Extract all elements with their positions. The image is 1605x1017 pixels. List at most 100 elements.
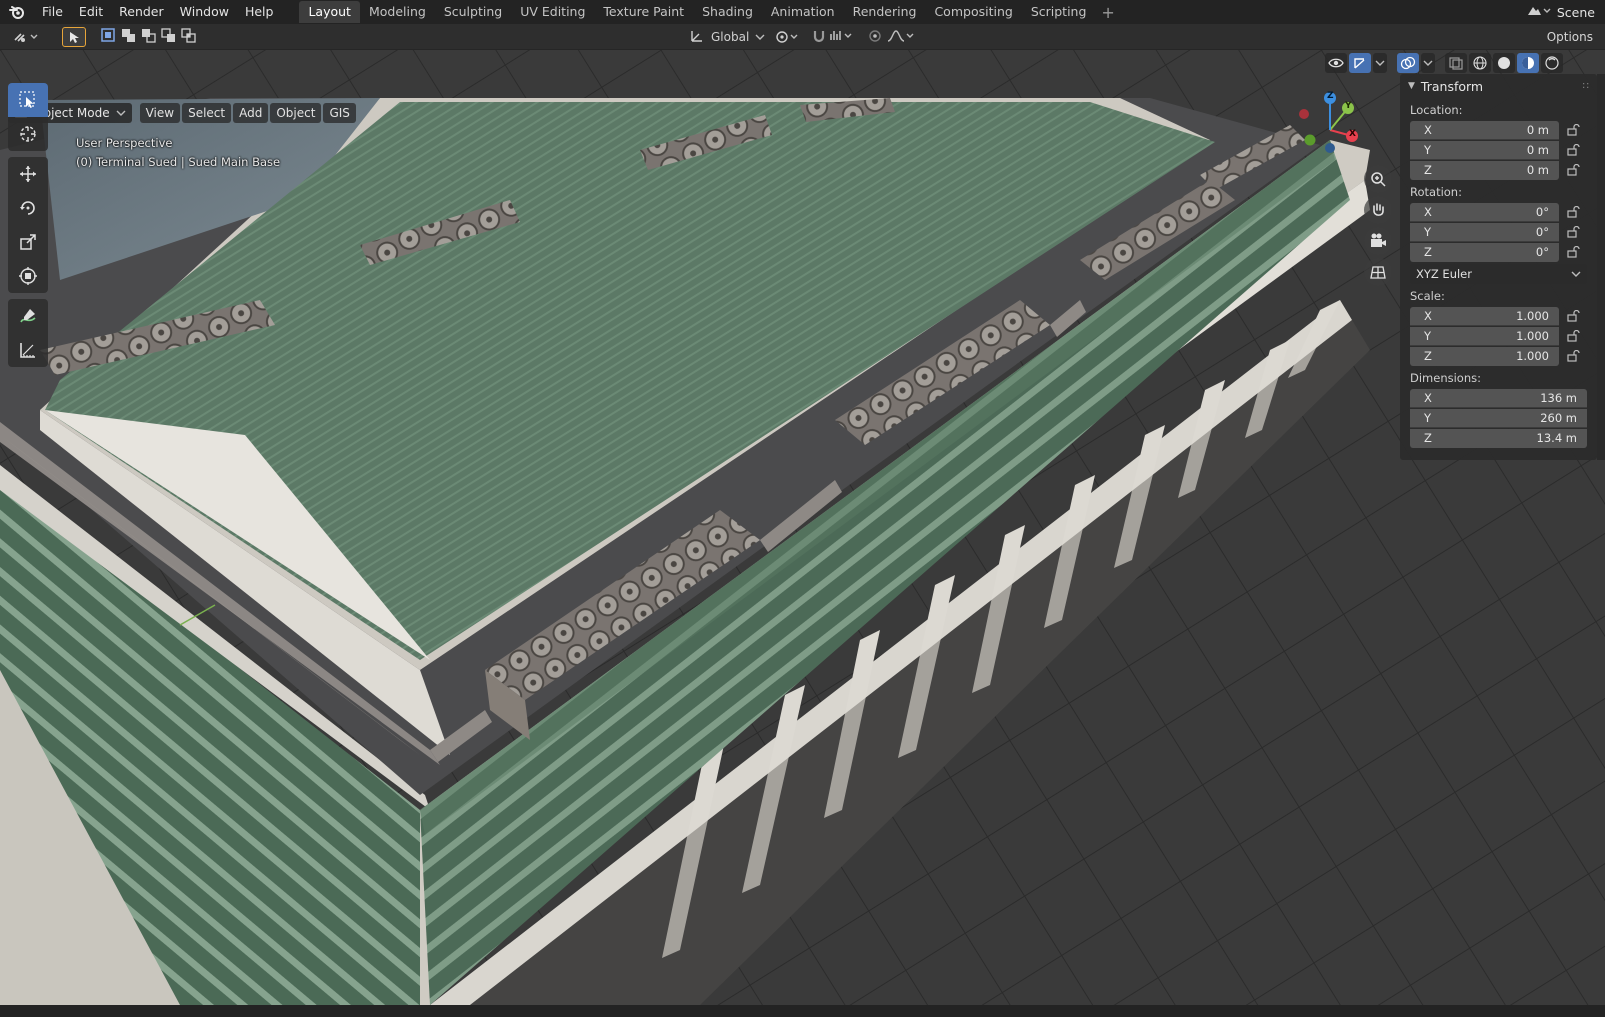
annotate-icon[interactable] xyxy=(8,299,48,333)
object-menu[interactable]: Object xyxy=(270,103,322,123)
show-gizmo-icon[interactable] xyxy=(1349,53,1371,73)
snap-increment-icon[interactable] xyxy=(829,28,855,47)
pivot-point-icon[interactable] xyxy=(768,27,808,47)
menu-render[interactable]: Render xyxy=(111,0,172,24)
tab-layout[interactable]: Layout xyxy=(299,1,360,23)
add-menu[interactable]: Add xyxy=(233,103,269,123)
editor-type-icon[interactable] xyxy=(6,27,48,47)
tab-sculpting[interactable]: Sculpting xyxy=(435,1,511,23)
lock-icon[interactable] xyxy=(1559,164,1587,176)
lock-icon[interactable] xyxy=(1559,350,1587,362)
menu-window[interactable]: Window xyxy=(172,0,237,24)
dimensions-label: Dimensions: xyxy=(1410,371,1481,385)
dimensions-y-row: Y 260 m xyxy=(1410,408,1587,428)
lock-icon[interactable] xyxy=(1559,330,1587,342)
tab-modeling[interactable]: Modeling xyxy=(360,1,435,23)
menu-help[interactable]: Help xyxy=(237,0,282,24)
rotation-mode-label: XYZ Euler xyxy=(1416,267,1472,281)
lock-icon[interactable] xyxy=(1559,310,1587,322)
menu-file[interactable]: File xyxy=(34,0,71,24)
tab-compositing[interactable]: Compositing xyxy=(925,1,1021,23)
select-tool-icon[interactable] xyxy=(62,26,86,47)
axis-label: Y xyxy=(1424,142,1432,157)
menu-edit[interactable]: Edit xyxy=(71,0,111,24)
lock-icon[interactable] xyxy=(1559,206,1587,218)
measure-icon[interactable] xyxy=(8,333,48,367)
select-box-icon[interactable] xyxy=(8,83,48,117)
navigation-gizmo[interactable]: X Y Z xyxy=(1288,88,1378,168)
xray-toggle-icon[interactable] xyxy=(1445,53,1467,73)
scale-z-field[interactable]: Z 1.000 xyxy=(1410,346,1559,366)
transform-icon[interactable] xyxy=(8,259,48,293)
shading-rendered-icon[interactable] xyxy=(1541,53,1563,73)
object-info-label: (0) Terminal Sued | Sued Main Base xyxy=(76,155,281,169)
shading-solid-icon[interactable] xyxy=(1493,53,1515,73)
gis-menu[interactable]: GIS xyxy=(323,103,356,123)
pan-hand-icon[interactable] xyxy=(1364,196,1392,224)
camera-icon[interactable] xyxy=(1364,227,1392,255)
3d-viewport[interactable]: Object Mode View Select Add Object GIS U… xyxy=(0,50,1605,1005)
tab-rendering[interactable]: Rendering xyxy=(844,1,926,23)
select-new-icon[interactable] xyxy=(100,27,118,46)
select-invert-icon[interactable] xyxy=(160,27,178,46)
dimensions-x-field[interactable]: X 136 m xyxy=(1410,388,1587,408)
location-x-value: 0 m xyxy=(1526,122,1549,137)
lock-icon[interactable] xyxy=(1559,246,1587,258)
rotation-y-field[interactable]: Y 0° xyxy=(1410,222,1559,242)
axis-label: Y xyxy=(1424,328,1432,343)
dimensions-y-field[interactable]: Y 260 m xyxy=(1410,408,1587,428)
proportional-edit-icon[interactable] xyxy=(868,29,882,46)
rotation-mode-dropdown[interactable]: XYZ Euler xyxy=(1410,264,1587,284)
tab-animation[interactable]: Animation xyxy=(762,1,844,23)
cursor-icon[interactable] xyxy=(8,117,48,151)
blender-logo-icon[interactable] xyxy=(0,0,34,24)
transform-panel-header[interactable]: ▼ Transform ∷ xyxy=(1400,74,1597,98)
lock-icon[interactable] xyxy=(1559,144,1587,156)
lock-icon[interactable] xyxy=(1559,226,1587,238)
grid-perspective-icon[interactable] xyxy=(1364,258,1392,286)
lock-icon[interactable] xyxy=(1559,124,1587,136)
rotation-x-field[interactable]: X 0° xyxy=(1410,202,1559,222)
location-label: Location: xyxy=(1410,103,1463,117)
zoom-icon[interactable] xyxy=(1364,165,1392,193)
tab-scripting[interactable]: Scripting xyxy=(1022,1,1096,23)
shading-wireframe-icon[interactable] xyxy=(1469,53,1491,73)
scale-z-row: Z 1.000 xyxy=(1410,346,1587,366)
move-icon[interactable] xyxy=(8,157,48,191)
location-x-field[interactable]: X 0 m xyxy=(1410,120,1559,140)
scale-x-row: X 1.000 xyxy=(1410,306,1587,326)
tab-shading[interactable]: Shading xyxy=(693,1,762,23)
scale-x-field[interactable]: X 1.000 xyxy=(1410,306,1559,326)
scale-y-field[interactable]: Y 1.000 xyxy=(1410,326,1559,346)
tab-uv-editing[interactable]: UV Editing xyxy=(511,1,594,23)
transform-panel: ▼ Transform ∷ Location: X 0 m Y 0 m Z 0 m R… xyxy=(1400,74,1597,460)
select-menu[interactable]: Select xyxy=(182,103,232,123)
scale-icon[interactable] xyxy=(8,225,48,259)
sidebar-tabs-strip[interactable] xyxy=(1597,74,1605,460)
show-overlays-icon[interactable] xyxy=(1397,53,1419,73)
view-menu[interactable]: View xyxy=(139,103,181,123)
shading-material-icon[interactable] xyxy=(1517,53,1539,73)
location-z-field[interactable]: Z 0 m xyxy=(1410,160,1559,180)
falloff-curve-icon[interactable] xyxy=(886,29,916,46)
dimensions-z-field[interactable]: Z 13.4 m xyxy=(1410,428,1587,448)
top-bar: File Edit Render Window Help Layout Mode… xyxy=(0,0,1605,24)
visibility-eye-icon[interactable] xyxy=(1325,53,1347,73)
options-dropdown[interactable]: Options xyxy=(1540,27,1599,47)
transform-tool-group xyxy=(8,157,48,293)
rotation-z-field[interactable]: Z 0° xyxy=(1410,242,1559,262)
transform-orientation-dropdown[interactable]: Global xyxy=(683,27,771,47)
select-subtract-icon[interactable] xyxy=(140,27,158,46)
drag-handle-icon[interactable]: ∷ xyxy=(1583,81,1589,92)
rotate-icon[interactable] xyxy=(8,191,48,225)
select-extend-icon[interactable] xyxy=(120,27,138,46)
scene-selector[interactable]: Scene xyxy=(1525,0,1605,24)
add-workspace-icon[interactable]: + xyxy=(1095,3,1120,22)
select-intersect-icon[interactable] xyxy=(180,27,198,46)
snap-magnet-icon[interactable] xyxy=(811,28,827,47)
proportional-edit-group xyxy=(862,27,922,47)
tab-texture-paint[interactable]: Texture Paint xyxy=(594,1,693,23)
overlays-dropdown-icon[interactable] xyxy=(1421,53,1435,73)
location-y-field[interactable]: Y 0 m xyxy=(1410,140,1559,160)
gizmo-dropdown-icon[interactable] xyxy=(1373,53,1387,73)
